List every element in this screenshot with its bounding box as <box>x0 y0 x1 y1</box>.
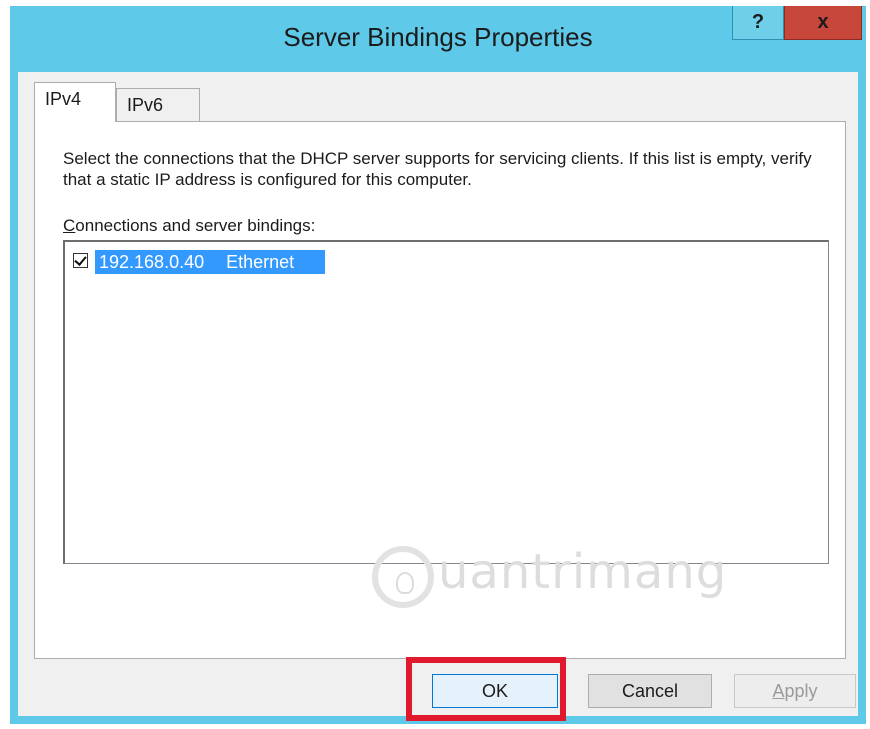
title-bar[interactable]: Server Bindings Properties ? x <box>10 6 866 72</box>
watermark-logo-icon <box>372 546 434 608</box>
binding-checkbox[interactable] <box>73 253 88 268</box>
tab-ipv6[interactable]: IPv6 <box>116 88 200 124</box>
apply-button[interactable]: Apply <box>734 674 856 708</box>
binding-interface: Ethernet <box>226 252 295 272</box>
help-button[interactable]: ? <box>732 6 784 40</box>
watermark-text: uantrimang <box>438 544 728 600</box>
list-label-mnemonic: C <box>63 216 76 235</box>
binding-selection[interactable]: 192.168.0.40 Ethernet <box>95 250 325 274</box>
highlight-box <box>406 657 566 721</box>
lightbulb-icon <box>396 572 414 594</box>
bindings-list-label: Connections and server bindings: <box>63 216 315 236</box>
tab-ipv4[interactable]: IPv4 <box>34 82 116 122</box>
dialog-body: IPv4 IPv6 Select the connections that th… <box>18 72 858 716</box>
apply-mnemonic: A <box>772 681 785 701</box>
binding-ip: 192.168.0.40 <box>99 252 205 272</box>
close-button[interactable]: x <box>784 6 862 40</box>
list-label-text: onnections and server bindings: <box>75 216 316 235</box>
watermark: uantrimang <box>372 538 792 618</box>
cancel-button[interactable]: Cancel <box>588 674 712 708</box>
bindings-listbox[interactable]: 192.168.0.40 Ethernet <box>63 240 829 564</box>
apply-text: pply <box>784 681 818 701</box>
dialog-window: Server Bindings Properties ? x IPv4 IPv6… <box>10 6 866 724</box>
description-text: Select the connections that the DHCP ser… <box>63 149 812 189</box>
